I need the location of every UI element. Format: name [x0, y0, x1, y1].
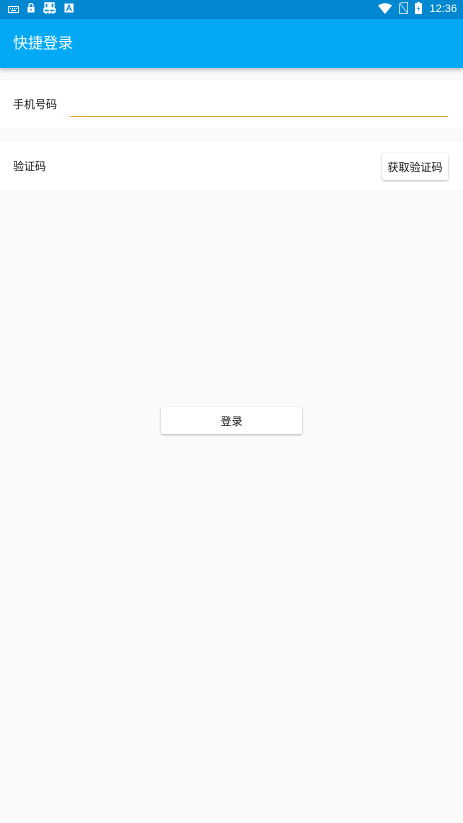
- debug-icon: [43, 1, 56, 18]
- wifi-icon: [378, 2, 393, 17]
- phone-label: 手机号码: [13, 98, 57, 111]
- status-left-icons: [8, 1, 74, 18]
- status-right-icons: 12:36: [378, 2, 457, 17]
- battery-icon: [415, 2, 423, 17]
- code-label: 验证码: [13, 160, 46, 173]
- lock-icon: [27, 2, 35, 16]
- no-sim-icon: [399, 2, 409, 17]
- app-bar: 快捷登录: [0, 19, 463, 68]
- status-time: 12:36: [429, 3, 457, 15]
- get-code-button[interactable]: 获取验证码: [382, 153, 448, 180]
- login-button[interactable]: 登录: [161, 407, 302, 434]
- page-title: 快捷登录: [13, 34, 74, 52]
- keyboard-icon: [8, 3, 19, 16]
- phone-row: 手机号码: [0, 80, 463, 129]
- phone-input[interactable]: [70, 90, 448, 117]
- status-bar: 12:36: [0, 0, 463, 19]
- font-icon: [64, 3, 74, 16]
